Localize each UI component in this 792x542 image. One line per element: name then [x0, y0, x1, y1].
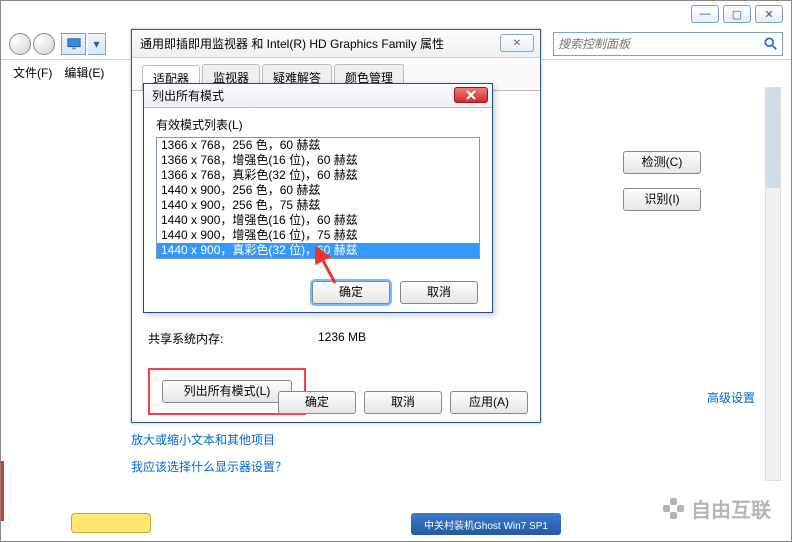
help-links: 放大或缩小文本和其他项目 我应该选择什么显示器设置？ — [131, 431, 287, 485]
search-button[interactable] — [760, 33, 782, 55]
modes-titlebar: 列出所有模式 — [144, 84, 492, 108]
shared-memory-row: 共享系统内存: 1236 MB — [148, 327, 524, 350]
apply-button[interactable]: 应用(A) — [450, 391, 528, 414]
ok-button[interactable]: 确定 — [278, 391, 356, 414]
address-icon-button[interactable] — [61, 33, 86, 55]
detect-button[interactable]: 检测(C) — [623, 151, 701, 174]
menu-edit[interactable]: 编辑(E) — [64, 64, 104, 81]
minimize-icon: — — [700, 8, 711, 20]
modes-body: 有效模式列表(L) 1360 x 768，真彩色(32 位)，60 赫兹1366… — [144, 108, 492, 265]
monitor-icon — [67, 37, 81, 51]
scrollbar-thumb[interactable] — [766, 88, 780, 188]
bottom-extras: 中关村装机Ghost Win7 SP1 自由互联 — [71, 509, 781, 535]
nav-buttons — [9, 33, 55, 55]
address-dropdown[interactable]: ▾ — [88, 33, 106, 55]
menu-file[interactable]: 文件(F) — [13, 64, 52, 81]
search-box — [553, 32, 783, 56]
watermark-text: 自由互联 — [691, 494, 771, 523]
watermark: 自由互联 — [663, 494, 771, 523]
mode-item[interactable]: 1366 x 768，增强色(16 位)，60 赫兹 — [157, 153, 479, 168]
shared-memory-value: 1236 MB — [258, 330, 524, 347]
search-input[interactable] — [554, 37, 760, 51]
maximize-icon: ▢ — [732, 8, 742, 21]
mode-item[interactable]: 1366 x 768，真彩色(32 位)，60 赫兹 — [157, 168, 479, 183]
annotation-arrow — [309, 247, 349, 290]
scrollbar[interactable] — [765, 87, 781, 481]
advanced-settings-link[interactable]: 高级设置 — [707, 389, 755, 406]
dialog-footer: 确定 取消 应用(A) — [278, 391, 528, 414]
mode-item[interactable]: 1440 x 900，256 色，60 赫兹 — [157, 183, 479, 198]
modes-listbox[interactable]: 1360 x 768，真彩色(32 位)，60 赫兹1366 x 768，256… — [156, 137, 480, 259]
yellow-badge — [71, 513, 151, 533]
close-icon: ✕ — [764, 8, 773, 21]
modes-title: 列出所有模式 — [152, 87, 224, 104]
forward-button[interactable] — [33, 33, 55, 55]
close-icon — [466, 90, 476, 100]
close-button[interactable]: ✕ — [755, 5, 783, 23]
modes-close-button[interactable] — [454, 87, 488, 103]
ghost-badge: 中关村装机Ghost Win7 SP1 — [411, 513, 561, 535]
link-which-settings[interactable]: 我应该选择什么显示器设置？ — [131, 458, 287, 475]
back-button[interactable] — [9, 33, 31, 55]
mode-item[interactable]: 1366 x 768，256 色，60 赫兹 — [157, 138, 479, 153]
side-buttons: 检测(C) 识别(I) — [623, 151, 701, 211]
close-icon: ✕ — [513, 38, 521, 49]
window-controls: — ▢ ✕ — [691, 5, 783, 23]
menubar: 文件(F) 编辑(E) — [13, 64, 104, 81]
mode-item[interactable]: 1440 x 900，增强色(16 位)，60 赫兹 — [157, 213, 479, 228]
mode-item[interactable]: 1440 x 900，增强色(16 位)，75 赫兹 — [157, 228, 479, 243]
modes-list-label: 有效模式列表(L) — [156, 116, 480, 133]
link-resize-text[interactable]: 放大或缩小文本和其他项目 — [131, 431, 287, 448]
modes-cancel-button[interactable]: 取消 — [400, 281, 478, 304]
minimize-button[interactable]: — — [691, 5, 719, 23]
dialog-titlebar: 通用即插即用监视器 和 Intel(R) HD Graphics Family … — [132, 30, 540, 58]
identify-button[interactable]: 识别(I) — [623, 188, 701, 211]
list-all-modes-button[interactable]: 列出所有模式(L) — [162, 380, 292, 403]
cancel-button[interactable]: 取消 — [364, 391, 442, 414]
search-icon — [764, 37, 778, 51]
maximize-button[interactable]: ▢ — [723, 5, 751, 23]
annotation-edge — [1, 461, 4, 521]
watermark-icon — [663, 498, 685, 520]
dialog-close-button[interactable]: ✕ — [500, 34, 534, 52]
dialog-title: 通用即插即用监视器 和 Intel(R) HD Graphics Family … — [140, 35, 444, 52]
mode-item[interactable]: 1440 x 900，256 色，75 赫兹 — [157, 198, 479, 213]
shared-memory-label: 共享系统内存: — [148, 330, 258, 347]
chevron-down-icon: ▾ — [93, 37, 99, 51]
window: — ▢ ✕ ▾ 文件(F) 编辑(E) 检测(C) 识别(I) 高级设置 — [0, 0, 792, 542]
